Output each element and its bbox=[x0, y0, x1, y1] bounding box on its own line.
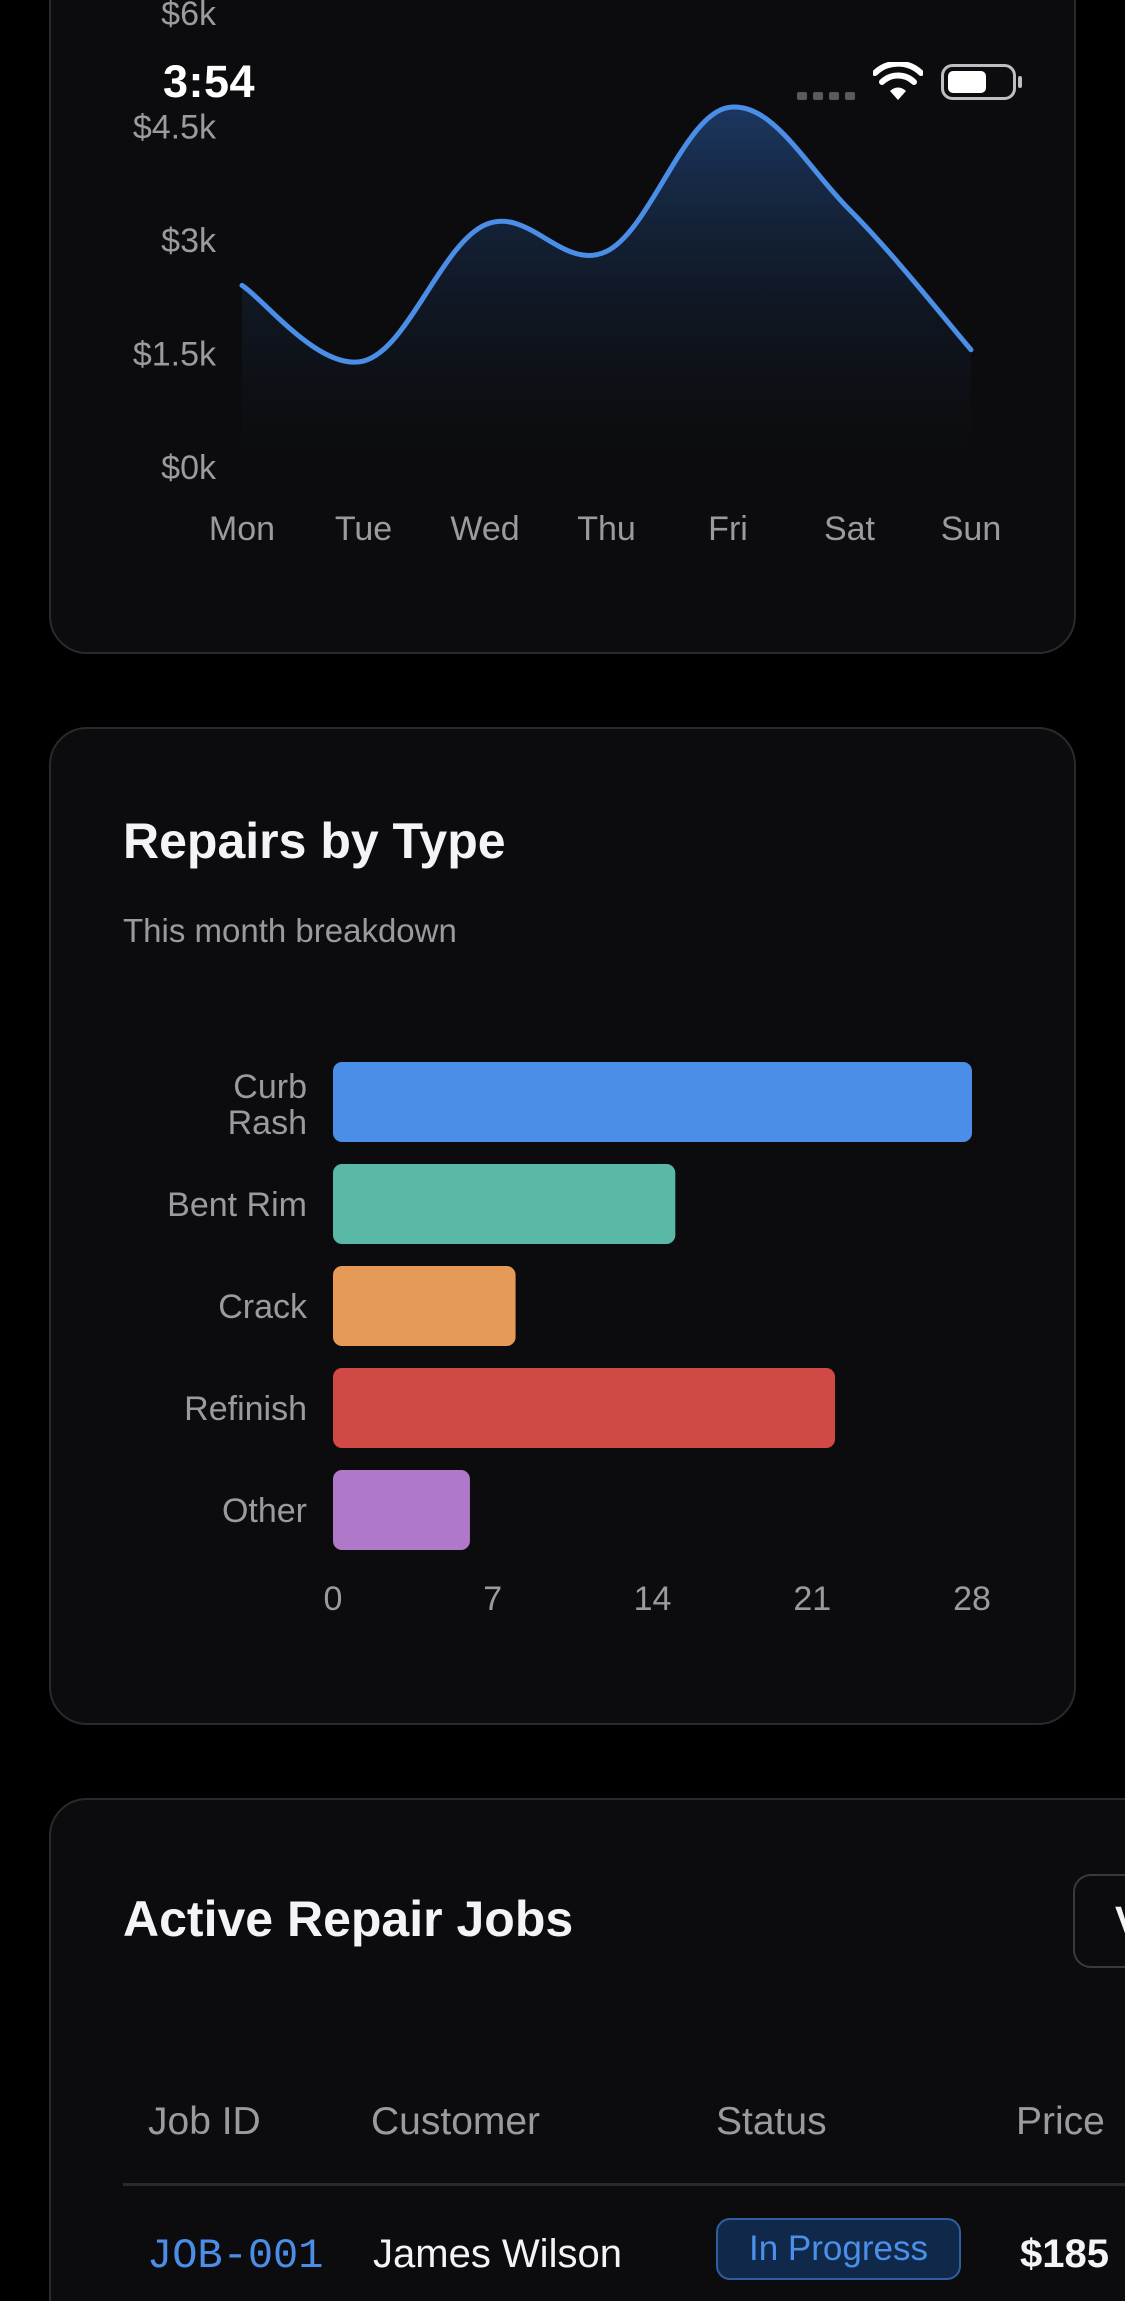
x-tick-label: 7 bbox=[483, 1580, 502, 1618]
bar bbox=[333, 1062, 972, 1142]
status-badge: In Progress bbox=[716, 2218, 961, 2280]
column-header-job-id[interactable]: Job ID bbox=[148, 2100, 261, 2144]
column-header-customer[interactable]: Customer bbox=[371, 2100, 540, 2144]
x-tick-label: 0 bbox=[324, 1580, 343, 1618]
bar bbox=[333, 1470, 470, 1550]
jobs-card-title: Active Repair Jobs bbox=[123, 1891, 574, 1947]
bar-category-label: Refinish bbox=[184, 1390, 307, 1428]
view-all-button[interactable]: View All bbox=[1073, 1874, 1125, 1968]
bar-category-label: Curb Rash bbox=[228, 1068, 307, 1142]
bar-category-label: Bent Rim bbox=[167, 1186, 307, 1224]
job-price: $185 bbox=[1020, 2232, 1109, 2276]
bar-category-label: Other bbox=[222, 1492, 307, 1530]
x-tick-label: 21 bbox=[793, 1580, 831, 1618]
bar-category-label: Crack bbox=[218, 1288, 308, 1326]
column-header-status[interactable]: Status bbox=[716, 2100, 827, 2144]
bar bbox=[333, 1368, 836, 1448]
repairs-bar-chart: Curb Rash Bent Rim Crack Refinish Other 0 7 14 2… bbox=[167, 1062, 991, 1618]
bar bbox=[333, 1266, 516, 1346]
active-jobs-card bbox=[49, 1798, 1125, 2301]
bar bbox=[333, 1164, 676, 1244]
screen: 3:54 $0k $1.5k $3k $4.5k $6k Mon Tue Wed Thu bbox=[0, 0, 1125, 2301]
column-header-price[interactable]: Price bbox=[1016, 2100, 1105, 2144]
x-tick-label: 14 bbox=[634, 1580, 672, 1618]
x-tick-label: 28 bbox=[953, 1580, 991, 1618]
customer-name: James Wilson bbox=[373, 2232, 622, 2276]
job-id-link[interactable]: JOB-001 bbox=[147, 2232, 323, 2280]
table-header-divider bbox=[123, 2183, 1125, 2186]
